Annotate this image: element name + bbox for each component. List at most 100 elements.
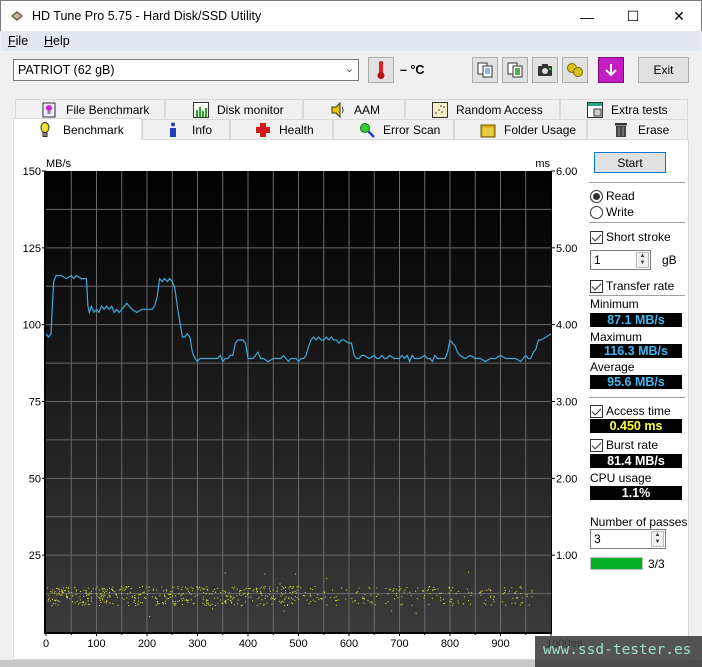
access-time-point — [85, 590, 87, 592]
menu-help[interactable]: Help — [44, 34, 70, 48]
tab-erase[interactable]: Erase — [587, 119, 688, 139]
tab-disk-monitor[interactable]: Disk monitor — [165, 99, 303, 119]
y-right-tick-label: 5.00 — [556, 243, 577, 255]
minimize-button[interactable]: — — [564, 1, 610, 32]
access-time-point — [450, 601, 452, 603]
tab-health[interactable]: Health — [230, 119, 333, 139]
access-time-point — [126, 586, 128, 588]
grid — [46, 171, 551, 632]
access-time-point — [243, 589, 245, 591]
access-time-point — [231, 596, 233, 598]
access-time-point — [217, 602, 219, 604]
y-axis-right-label: ms — [535, 158, 550, 170]
tab-benchmark[interactable]: Benchmark — [13, 118, 142, 140]
access-time-point — [503, 593, 504, 595]
access-time-point — [181, 600, 183, 602]
access-time-point — [63, 592, 65, 594]
access-time-point — [164, 595, 166, 597]
access-time-point — [173, 587, 175, 589]
access-time-point — [175, 603, 177, 605]
access-time-point — [276, 589, 278, 591]
passes-input[interactable]: 3 ▲ ▼ — [590, 529, 666, 549]
burst-rate-checkbox[interactable]: Burst rate — [590, 438, 658, 452]
access-time-point — [304, 591, 306, 593]
close-button[interactable]: ✕ — [656, 1, 702, 32]
access-time-point — [247, 596, 249, 598]
access-time-point — [185, 586, 187, 588]
access-time-point — [490, 604, 492, 606]
access-time-point — [463, 596, 465, 598]
transfer-rate-checkbox[interactable]: Transfer rate — [590, 279, 674, 293]
access-time-point — [135, 605, 137, 607]
access-time-point — [283, 587, 285, 589]
menu-file[interactable]: File — [8, 34, 28, 48]
access-time-checkbox[interactable]: Access time — [590, 404, 671, 418]
access-time-point — [449, 600, 451, 602]
access-time-point — [54, 591, 56, 593]
access-time-point — [440, 599, 442, 601]
access-time-point — [385, 603, 387, 604]
access-time-point — [111, 588, 113, 590]
access-time-point — [294, 600, 296, 602]
access-time-point — [102, 590, 104, 592]
tab-random-access[interactable]: Random Access — [405, 99, 560, 119]
write-radio[interactable]: Write — [590, 205, 634, 219]
access-time-point — [291, 588, 293, 590]
access-time-point — [314, 586, 316, 587]
access-time-point — [410, 595, 412, 597]
screenshot-button[interactable] — [532, 57, 558, 83]
access-time-point — [486, 589, 488, 591]
access-time-point — [485, 599, 487, 601]
access-time-point — [281, 589, 283, 591]
access-time-point — [197, 588, 199, 590]
temperature-button[interactable] — [368, 57, 394, 83]
spinner-arrows-icon[interactable]: ▲ ▼ — [651, 531, 664, 547]
tab-aam[interactable]: AAM — [303, 99, 405, 119]
tab-file-benchmark[interactable]: File Benchmark — [15, 99, 165, 119]
access-time-point — [132, 596, 133, 598]
copy-text-button[interactable] — [472, 57, 498, 83]
drive-select[interactable]: PATRIOT (62 gB) ⌄ — [13, 59, 359, 81]
tab-error-scan[interactable]: Error Scan — [333, 119, 454, 139]
access-time-point — [310, 588, 311, 590]
save-button[interactable] — [598, 57, 624, 83]
short-stroke-checkbox[interactable]: Short stroke — [590, 230, 671, 244]
access-time-point — [180, 595, 182, 597]
access-time-point — [281, 586, 283, 588]
tab-extra-tests[interactable]: Extra tests — [560, 99, 688, 119]
access-time-point — [450, 599, 452, 600]
access-time-point — [505, 604, 507, 606]
access-time-point — [199, 589, 201, 591]
access-time-point — [211, 593, 213, 595]
access-time-point — [207, 589, 209, 591]
access-time-point — [87, 603, 89, 605]
tab-info[interactable]: Info — [142, 119, 230, 139]
copy-image-button[interactable] — [502, 57, 528, 83]
access-time-point — [83, 596, 85, 597]
checkbox-checked-icon — [590, 438, 603, 452]
short-stroke-size-input[interactable]: 1 ▲ ▼ — [590, 250, 651, 270]
spinner-arrows-icon[interactable]: ▲ ▼ — [636, 252, 649, 268]
access-time-point — [300, 587, 302, 589]
access-time-point — [123, 589, 125, 591]
options-button[interactable] — [562, 57, 588, 83]
read-radio[interactable]: Read — [590, 189, 635, 203]
checkbox-checked-icon — [590, 404, 603, 418]
access-time-point — [324, 591, 325, 593]
access-time-point — [289, 592, 291, 593]
access-time-point — [335, 604, 337, 606]
exit-button[interactable]: Exit — [638, 57, 689, 83]
access-time-point — [514, 602, 516, 604]
separator — [589, 397, 685, 398]
access-time-point — [143, 591, 145, 593]
tab-label: AAM — [354, 102, 381, 117]
access-time-point — [52, 603, 54, 605]
access-time-point — [102, 594, 104, 596]
access-time-point — [121, 593, 123, 595]
maximize-button[interactable]: ☐ — [610, 1, 656, 32]
access-time-point — [467, 571, 469, 573]
access-time-point — [159, 595, 161, 597]
start-button[interactable]: Start — [594, 152, 666, 173]
tab-folder-usage[interactable]: Folder Usage — [454, 119, 587, 139]
access-time-point — [451, 605, 453, 607]
